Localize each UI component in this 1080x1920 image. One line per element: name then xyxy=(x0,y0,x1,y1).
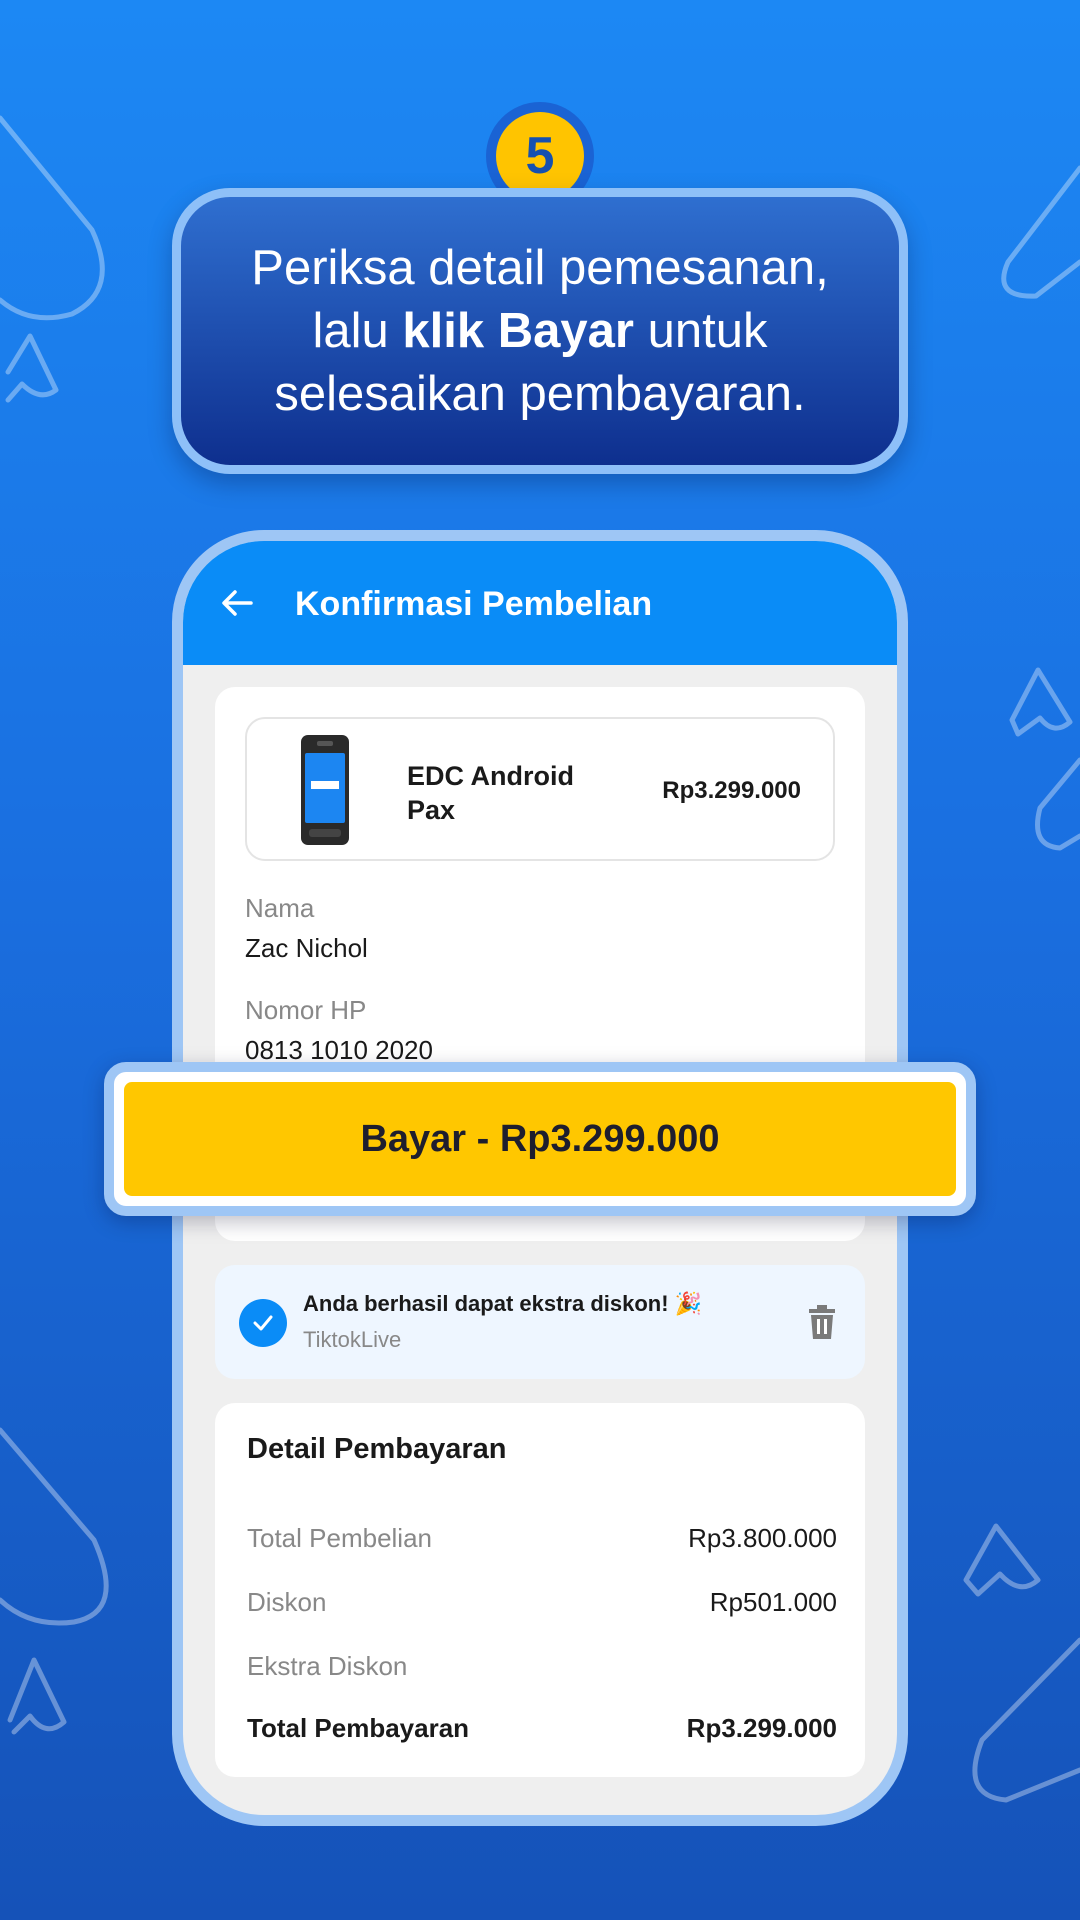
app-header: Konfirmasi Pembelian xyxy=(183,541,897,665)
name-label: Nama xyxy=(245,893,315,923)
promo-title: Anda berhasil dapat ekstra diskon! 🎉 xyxy=(303,1291,703,1316)
detail-value: Rp501.000 xyxy=(709,1587,837,1617)
instruction-line-2: lalu klik Bayar untuk xyxy=(251,300,828,363)
name-value: Zac Nichol xyxy=(245,933,368,963)
arrow-left-icon[interactable] xyxy=(219,585,255,621)
promo-banner: Anda berhasil dapat ekstra diskon! 🎉 Tik… xyxy=(215,1265,865,1379)
detail-label: Diskon xyxy=(247,1587,327,1617)
detail-row: Ekstra Diskon xyxy=(247,1651,837,1685)
check-circle-icon xyxy=(239,1299,287,1347)
step-number: 5 xyxy=(496,112,584,200)
product-name: EDC Android Pax xyxy=(407,761,574,825)
promo-code: TiktokLive xyxy=(303,1327,402,1352)
page-title: Konfirmasi Pembelian xyxy=(295,585,653,623)
instruction-line-2-bold: klik Bayar xyxy=(402,303,634,358)
instruction-line-2-pre: lalu xyxy=(312,303,403,358)
payment-details: Detail Pembayaran Total Pembelian Rp3.80… xyxy=(215,1403,865,1777)
instruction-line-3: selesaikan pembayaran. xyxy=(274,366,806,421)
detail-value: Rp3.800.000 xyxy=(688,1523,837,1553)
instruction-text: Periksa detail pemesanan, lalu klik Baya… xyxy=(251,237,828,426)
product-item: EDC Android Pax Rp3.299.000 xyxy=(245,717,835,861)
edc-device-icon xyxy=(301,735,349,845)
phone-label: Nomor HP xyxy=(245,995,367,1025)
detail-value-total: Rp3.299.000 xyxy=(686,1713,837,1743)
check-icon xyxy=(253,1315,273,1331)
detail-row-total: Total Pembayaran Rp3.299.000 xyxy=(247,1713,837,1747)
product-price: Rp3.299.000 xyxy=(662,777,801,804)
instruction-banner: Periksa detail pemesanan, lalu klik Baya… xyxy=(172,188,908,474)
instruction-line-1: Periksa detail pemesanan, xyxy=(251,240,829,295)
detail-row: Total Pembelian Rp3.800.000 xyxy=(247,1523,837,1557)
detail-label: Total Pembelian xyxy=(247,1523,432,1553)
detail-label-total: Total Pembayaran xyxy=(247,1713,470,1743)
detail-label: Ekstra Diskon xyxy=(247,1651,408,1681)
pay-button-highlight: Bayar - Rp3.299.000 xyxy=(104,1062,976,1216)
pay-button[interactable]: Bayar - Rp3.299.000 xyxy=(124,1082,956,1196)
instruction-line-2-post: untuk xyxy=(633,303,768,358)
payment-details-title: Detail Pembayaran xyxy=(247,1433,507,1465)
trash-icon[interactable] xyxy=(807,1305,837,1339)
detail-row: Diskon Rp501.000 xyxy=(247,1587,837,1621)
